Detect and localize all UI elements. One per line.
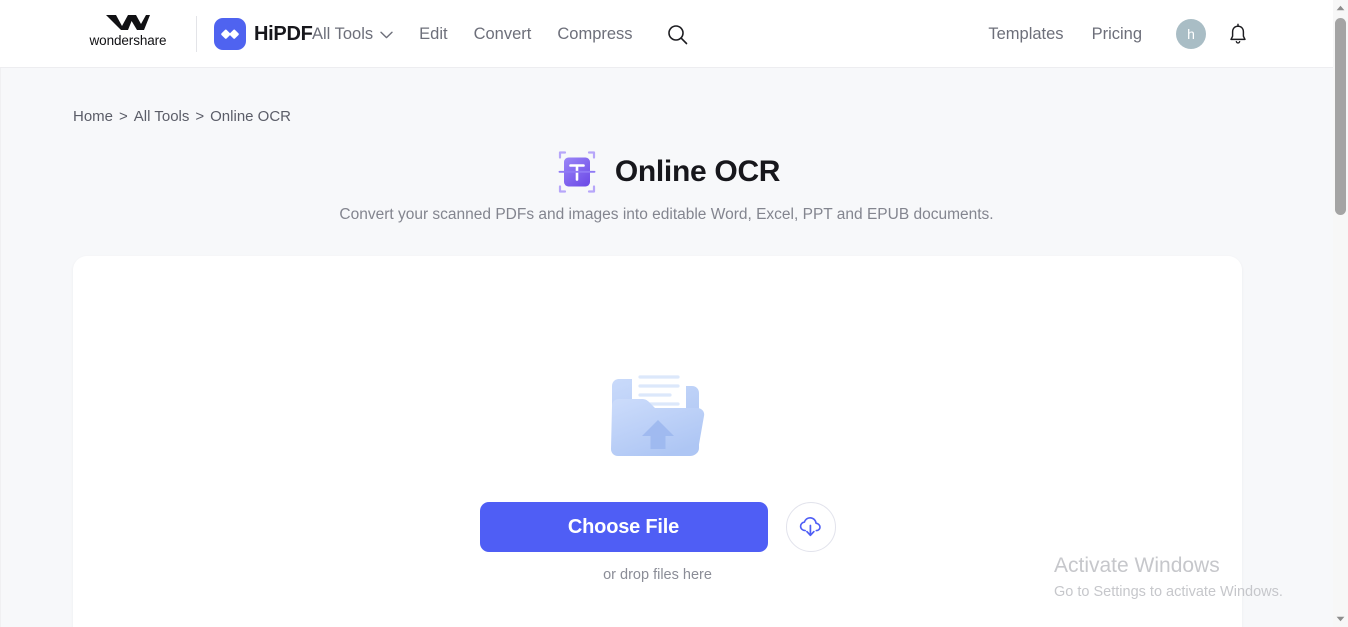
breadcrumb-separator: > — [119, 108, 128, 125]
secondary-nav: Templates Pricing h — [988, 0, 1248, 68]
scroll-up-arrow-icon[interactable] — [1333, 0, 1348, 16]
wondershare-wordmark: wondershare — [89, 33, 167, 48]
ocr-scan-text-icon — [553, 148, 601, 196]
nav-item-compress[interactable]: Compress — [557, 25, 632, 44]
chevron-down-icon — [380, 25, 393, 44]
page-title-row: Online OCR — [0, 148, 1333, 196]
nav-item-all-tools[interactable]: All Tools — [312, 25, 393, 44]
folder-upload-illustration — [598, 356, 718, 466]
nav-item-convert-label: Convert — [473, 24, 532, 43]
avatar[interactable]: h — [1176, 19, 1206, 49]
bell-icon[interactable] — [1228, 23, 1248, 45]
nav-item-templates-label: Templates — [988, 24, 1064, 43]
nav-item-templates[interactable]: Templates — [988, 25, 1063, 44]
scroll-thumb[interactable] — [1335, 18, 1346, 215]
search-icon[interactable] — [667, 24, 688, 45]
choose-file-button[interactable]: Choose File — [479, 502, 768, 552]
page-root: wondershare HiPDF All Tools Edit Convert… — [0, 0, 1348, 627]
scroll-down-arrow-icon[interactable] — [1333, 611, 1348, 627]
page-title: Online OCR — [614, 155, 781, 188]
primary-nav: All Tools Edit Convert Compress — [312, 0, 688, 68]
drop-files-hint: or drop files here — [603, 567, 712, 583]
upload-dropzone-card[interactable]: Choose File or drop files here — [73, 256, 1242, 627]
vertical-scrollbar[interactable] — [1333, 0, 1348, 627]
cloud-download-icon[interactable] — [785, 502, 836, 552]
breadcrumb: Home > All Tools > Online OCR — [73, 108, 291, 125]
breadcrumb-item-online-ocr: Online OCR — [210, 108, 291, 125]
page-subtitle: Convert your scanned PDFs and images int… — [339, 206, 994, 223]
nav-item-edit[interactable]: Edit — [419, 25, 447, 44]
site-header: wondershare HiPDF All Tools Edit Convert… — [0, 0, 1333, 68]
nav-item-compress-label: Compress — [557, 24, 633, 43]
nav-item-edit-label: Edit — [419, 24, 448, 43]
wondershare-w-icon — [105, 14, 151, 31]
hipdf-diamond-icon — [214, 18, 246, 50]
wondershare-brand[interactable]: wondershare — [72, 14, 184, 48]
breadcrumb-item-all-tools[interactable]: All Tools — [134, 108, 190, 125]
breadcrumb-separator: > — [195, 108, 205, 125]
nav-item-pricing-label: Pricing — [1091, 24, 1142, 43]
hipdf-name: HiPDF — [254, 22, 313, 45]
hipdf-logo[interactable]: HiPDF — [214, 18, 313, 50]
upload-actions: Choose File — [479, 502, 836, 552]
nav-item-pricing[interactable]: Pricing — [1092, 25, 1142, 44]
header-divider — [196, 16, 197, 52]
breadcrumb-item-home[interactable]: Home — [73, 108, 113, 125]
nav-item-convert[interactable]: Convert — [474, 25, 532, 44]
nav-item-all-tools-label: All Tools — [312, 24, 374, 43]
